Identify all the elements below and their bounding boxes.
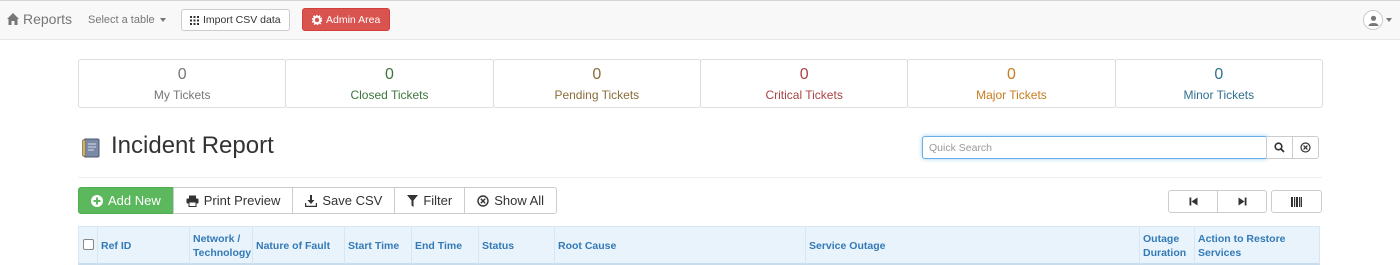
search-icon — [1274, 142, 1285, 153]
column-header-nature-of-fault[interactable]: Nature of Fault — [252, 227, 344, 264]
step-forward-icon — [1238, 197, 1246, 206]
stat-value: 0 — [385, 66, 394, 83]
ticket-stats: 0 My Tickets 0 Closed Tickets 0 Pending … — [78, 59, 1323, 108]
print-preview-label: Print Preview — [203, 193, 281, 208]
top-navbar: Reports Select a table Import CSV data A… — [0, 0, 1400, 40]
stat-label: Closed Tickets — [350, 88, 429, 102]
show-all-label: Show All — [494, 193, 545, 208]
column-chooser-button[interactable] — [1271, 190, 1322, 213]
table-select-label: Select a table — [88, 14, 155, 26]
admin-area-label: Admin Area — [326, 13, 381, 26]
stat-pending-tickets[interactable]: 0 Pending Tickets — [492, 59, 701, 108]
stat-value: 0 — [1007, 66, 1016, 83]
table-select-dropdown[interactable]: Select a table — [88, 14, 166, 26]
clear-search-button[interactable] — [1292, 136, 1319, 159]
stat-label: Major Tickets — [976, 88, 1047, 102]
download-icon — [305, 194, 318, 207]
grid-icon — [190, 15, 199, 25]
action-toolbar: Add New Print Preview Save CSV Filter Sh… — [78, 187, 558, 214]
column-header-root-cause[interactable]: Root Cause — [554, 227, 805, 264]
search-button[interactable] — [1266, 136, 1293, 159]
brand-link[interactable]: Reports — [6, 11, 72, 27]
admin-area-button[interactable]: Admin Area — [302, 8, 391, 31]
plus-circle-icon — [91, 194, 103, 207]
filter-button[interactable]: Filter — [394, 187, 466, 214]
stat-value: 0 — [592, 66, 602, 83]
column-header-end-time[interactable]: End Time — [411, 227, 478, 264]
filter-icon — [407, 194, 419, 207]
import-csv-button[interactable]: Import CSV data — [181, 9, 290, 31]
column-header-network-technology[interactable]: Network / Technology — [189, 227, 252, 264]
stat-value: 0 — [177, 66, 187, 83]
filter-label: Filter — [423, 193, 453, 208]
stat-my-tickets[interactable]: 0 My Tickets — [78, 59, 287, 108]
add-new-label: Add New — [108, 193, 161, 208]
column-header-service-outage[interactable]: Service Outage — [805, 227, 1139, 264]
home-icon — [7, 13, 19, 25]
column-header-ref-id[interactable]: Ref ID — [97, 227, 189, 264]
print-preview-button[interactable]: Print Preview — [172, 187, 294, 214]
stat-value: 0 — [799, 66, 809, 83]
user-avatar — [1363, 10, 1383, 30]
stat-closed-tickets[interactable]: 0 Closed Tickets — [285, 59, 494, 108]
add-new-button[interactable]: Add New — [78, 187, 174, 214]
column-header-outage-duration[interactable]: Outage Duration — [1139, 227, 1194, 264]
stat-major-tickets[interactable]: 0 Major Tickets — [907, 59, 1116, 108]
column-header-start-time[interactable]: Start Time — [344, 227, 411, 264]
show-all-button[interactable]: Show All — [464, 187, 558, 214]
stat-label: Critical Tickets — [765, 88, 843, 102]
column-header-status[interactable]: Status — [478, 227, 554, 264]
stat-label: My Tickets — [153, 88, 211, 102]
select-all-checkbox[interactable] — [83, 239, 94, 250]
import-csv-label: Import CSV data — [203, 14, 281, 26]
table-header: Ref ID Network / Technology Nature of Fa… — [78, 226, 1320, 265]
save-csv-label: Save CSV — [322, 193, 383, 208]
stat-critical-tickets[interactable]: 0 Critical Tickets — [699, 59, 909, 108]
column-header-action-to-restore[interactable]: Action to Restore Services — [1194, 227, 1320, 264]
last-page-button[interactable] — [1217, 190, 1267, 213]
stat-label: Pending Tickets — [554, 88, 640, 102]
caret-down-icon — [1386, 18, 1392, 22]
search-input[interactable] — [922, 136, 1267, 159]
gear-icon — [312, 14, 322, 25]
quick-search — [922, 136, 1319, 159]
remove-circle-icon — [477, 194, 489, 207]
report-book-icon — [82, 138, 100, 158]
first-page-button[interactable] — [1168, 190, 1218, 213]
stat-label: Minor Tickets — [1183, 88, 1255, 102]
user-icon — [1368, 15, 1378, 26]
page-title: Incident Report — [111, 132, 274, 159]
stat-minor-tickets[interactable]: 0 Minor Tickets — [1114, 59, 1323, 108]
section-divider — [78, 177, 1322, 178]
brand-label: Reports — [23, 11, 73, 27]
caret-down-icon — [159, 18, 166, 22]
user-menu[interactable] — [1363, 10, 1392, 30]
stat-value: 0 — [1214, 66, 1224, 83]
save-csv-button[interactable]: Save CSV — [292, 187, 396, 214]
columns-icon — [1291, 196, 1302, 207]
pagination — [1168, 190, 1267, 213]
clear-icon — [1300, 142, 1311, 153]
step-backward-icon — [1189, 197, 1197, 206]
print-icon — [186, 195, 199, 207]
